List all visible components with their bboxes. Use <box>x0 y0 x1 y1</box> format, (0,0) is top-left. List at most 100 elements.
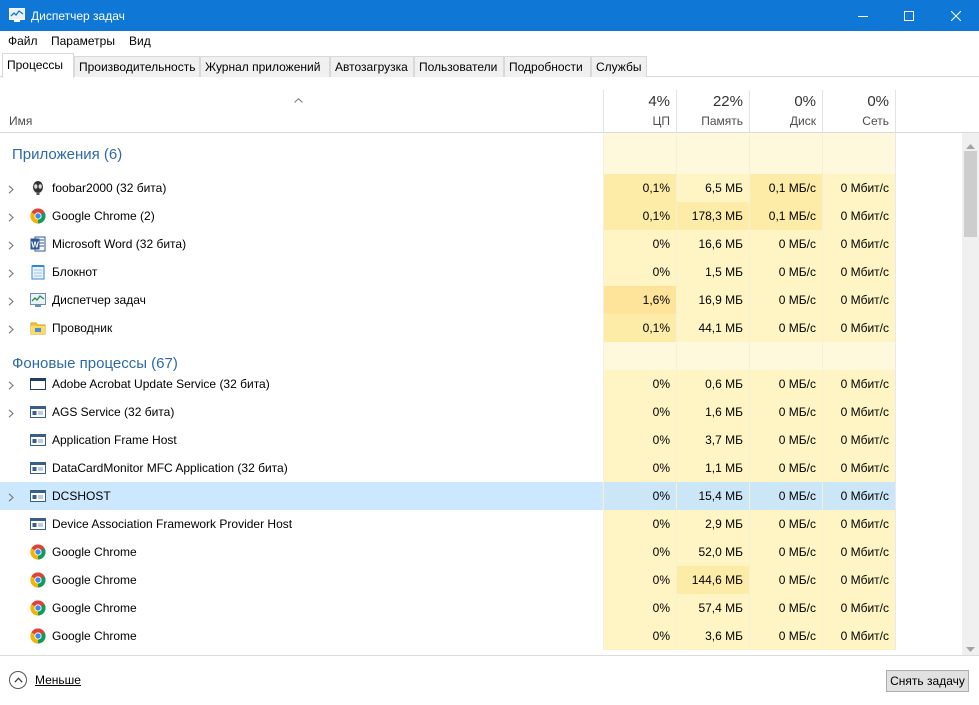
chevron-right-icon[interactable] <box>8 211 14 225</box>
taskmgr-icon <box>30 292 46 308</box>
column-name-header[interactable]: Имя <box>9 114 32 128</box>
app-row[interactable]: W Microsoft Word (32 бита) 0% 16,6 МБ 0 МБ/с… <box>0 230 962 258</box>
process-name-cell[interactable]: Application Frame Host <box>0 426 603 454</box>
memory-total: 22% <box>712 93 743 110</box>
row-tail <box>895 314 962 342</box>
close-button[interactable] <box>932 0 979 31</box>
chrome-icon <box>30 544 46 560</box>
scroll-down-icon[interactable] <box>966 642 975 656</box>
tab-processes[interactable]: Процессы <box>2 53 74 78</box>
process-name-cell[interactable]: Диспетчер задач <box>0 286 603 314</box>
background-row[interactable]: Device Association Framework Provider Ho… <box>0 510 962 538</box>
process-name-cell[interactable]: Проводник <box>0 314 603 342</box>
network-cell: 0 Мбит/с <box>822 454 895 482</box>
network-cell: 0 Мбит/с <box>822 258 895 286</box>
chevron-right-icon[interactable] <box>8 407 14 421</box>
memory-cell: 6,5 МБ <box>676 174 749 202</box>
process-name: DataCardMonitor MFC Application (32 бита… <box>52 461 288 475</box>
background-row[interactable]: Google Chrome 0% 144,6 МБ 0 МБ/с 0 Мбит/с <box>0 566 962 594</box>
process-name-cell[interactable]: DataCardMonitor MFC Application (32 бита… <box>0 454 603 482</box>
background-row[interactable]: DataCardMonitor MFC Application (32 бита… <box>0 454 962 482</box>
disk-cell: 0 МБ/с <box>749 314 822 342</box>
process-name-cell[interactable]: Google Chrome <box>0 538 603 566</box>
background-row[interactable]: Application Frame Host 0% 3,7 МБ 0 МБ/с 0 Мб… <box>0 426 962 454</box>
column-cpu-header[interactable]: 4% ЦП <box>603 90 676 133</box>
cpu-cell: 0% <box>603 370 676 398</box>
tab-startup[interactable]: Автозагрузка <box>330 56 414 77</box>
chevron-right-icon[interactable] <box>8 267 14 281</box>
process-name-cell[interactable]: Google Chrome <box>0 594 603 622</box>
background-row[interactable]: DCSHOST 0% 15,4 МБ 0 МБ/с 0 Мбит/с <box>0 482 962 510</box>
memory-cell: 2,9 МБ <box>676 510 749 538</box>
maximize-button[interactable] <box>886 0 932 31</box>
background-row[interactable]: AGS Service (32 бита) 0% 1,6 МБ 0 МБ/с 0 Мби… <box>0 398 962 426</box>
process-name-cell[interactable]: W Microsoft Word (32 бита) <box>0 230 603 258</box>
scroll-up-icon[interactable] <box>966 138 975 152</box>
close-icon <box>950 10 961 21</box>
group-apps[interactable]: Приложения (6) <box>0 133 962 174</box>
process-name-cell[interactable]: Google Chrome <box>0 566 603 594</box>
column-network-header[interactable]: 0% Сеть <box>822 90 895 133</box>
row-tail <box>895 510 962 538</box>
chevron-right-icon[interactable] <box>8 239 14 253</box>
tab-performance[interactable]: Производительность <box>74 56 200 77</box>
app-row[interactable]: Проводник 0,1% 44,1 МБ 0 МБ/с 0 Мбит/с <box>0 314 962 342</box>
tab-details[interactable]: Подробности <box>504 56 591 77</box>
process-name-cell[interactable]: Google Chrome (2) <box>0 202 603 230</box>
chevron-right-icon[interactable] <box>8 491 14 505</box>
chevron-up-icon <box>9 671 27 689</box>
disk-label: Диск <box>789 114 816 128</box>
chevron-right-icon[interactable] <box>8 183 14 197</box>
window-title: Диспетчер задач <box>31 9 125 23</box>
group-cell <box>822 133 895 174</box>
background-row[interactable]: Adobe Acrobat Update Service (32 бита) 0%… <box>0 370 962 398</box>
row-tail <box>895 454 962 482</box>
app-row[interactable]: Диспетчер задач 1,6% 16,9 МБ 0 МБ/с 0 Мбит/с <box>0 286 962 314</box>
row-tail <box>895 566 962 594</box>
menu-view[interactable]: Вид <box>129 34 151 48</box>
disk-cell: 0 МБ/с <box>749 482 822 510</box>
chevron-right-icon[interactable] <box>8 379 14 393</box>
tab-services[interactable]: Службы <box>591 56 647 77</box>
process-name-cell[interactable]: DCSHOST <box>0 482 603 510</box>
process-name-cell[interactable]: foobar2000 (32 бита) <box>0 174 603 202</box>
app-row[interactable]: foobar2000 (32 бита) 0,1% 6,5 МБ 0,1 МБ/с 0 … <box>0 174 962 202</box>
column-memory-header[interactable]: 22% Память <box>676 90 749 133</box>
menu-file[interactable]: Файл <box>8 34 38 48</box>
cpu-cell: 0% <box>603 622 676 650</box>
cpu-cell: 0% <box>603 510 676 538</box>
column-disk-header[interactable]: 0% Диск <box>749 90 822 133</box>
process-name: foobar2000 (32 бита) <box>52 181 167 195</box>
process-name-cell[interactable]: Device Association Framework Provider Ho… <box>0 510 603 538</box>
menu-options[interactable]: Параметры <box>51 34 115 48</box>
network-cell: 0 Мбит/с <box>822 482 895 510</box>
fewer-details-button[interactable]: Меньше <box>9 670 81 690</box>
word-icon: W <box>30 236 46 252</box>
process-name-cell[interactable]: Adobe Acrobat Update Service (32 бита) <box>0 370 603 398</box>
process-name-cell[interactable]: Google Chrome <box>0 622 603 650</box>
background-row[interactable]: Google Chrome 0% 52,0 МБ 0 МБ/с 0 Мбит/с <box>0 538 962 566</box>
minimize-icon <box>858 15 868 17</box>
service-app-icon <box>30 488 46 504</box>
explorer-icon <box>30 320 46 336</box>
cpu-cell: 0% <box>603 230 676 258</box>
minimize-button[interactable] <box>840 0 886 31</box>
tab-app-history[interactable]: Журнал приложений <box>200 56 330 77</box>
end-task-button[interactable]: Снять задачу <box>886 670 969 692</box>
process-name-cell[interactable]: Блокнот <box>0 258 603 286</box>
foobar-icon <box>30 180 46 196</box>
disk-cell: 0 МБ/с <box>749 398 822 426</box>
background-row[interactable]: Google Chrome 0% 57,4 МБ 0 МБ/с 0 Мбит/с <box>0 594 962 622</box>
app-row[interactable]: Google Chrome (2) 0,1% 178,3 МБ 0,1 МБ/с 0 М… <box>0 202 962 230</box>
app-row[interactable]: Блокнот 0% 1,5 МБ 0 МБ/с 0 Мбит/с <box>0 258 962 286</box>
disk-cell: 0 МБ/с <box>749 510 822 538</box>
row-tail <box>895 230 962 258</box>
chevron-right-icon[interactable] <box>8 295 14 309</box>
tab-users[interactable]: Пользователи <box>414 56 504 77</box>
scrollbar-thumb[interactable] <box>964 151 977 237</box>
process-name-cell[interactable]: AGS Service (32 бита) <box>0 398 603 426</box>
vertical-scrollbar[interactable] <box>962 133 979 655</box>
chevron-right-icon[interactable] <box>8 323 14 337</box>
background-row[interactable]: Google Chrome 0% 3,6 МБ 0 МБ/с 0 Мбит/с <box>0 622 962 650</box>
cpu-label: ЦП <box>652 114 670 128</box>
